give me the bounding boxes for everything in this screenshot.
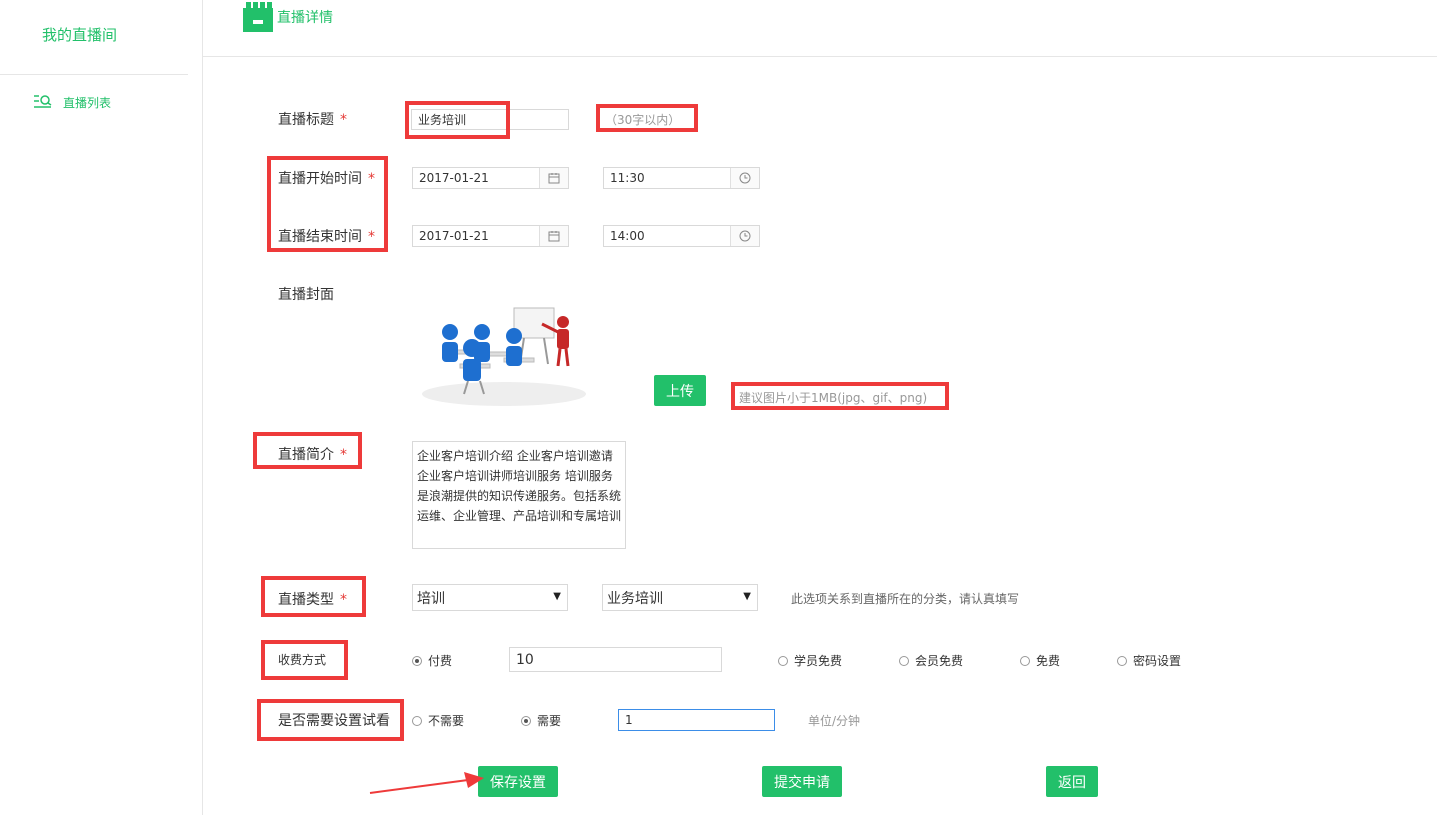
annotation-box bbox=[257, 699, 404, 741]
sidebar-divider bbox=[0, 74, 188, 75]
radio-icon bbox=[412, 715, 422, 726]
radio-icon bbox=[1117, 655, 1127, 666]
fee-option-free[interactable]: 免费 bbox=[1020, 652, 1060, 669]
annotation-box bbox=[405, 101, 510, 139]
radio-icon bbox=[1020, 655, 1030, 666]
page-title: 直播详情 bbox=[277, 10, 333, 26]
upload-button[interactable]: 上传 bbox=[654, 375, 706, 406]
clock-icon[interactable] bbox=[730, 168, 759, 188]
end-time-input[interactable]: 14:00 bbox=[603, 225, 760, 247]
required-mark: * bbox=[340, 112, 347, 128]
fee-option-password[interactable]: 密码设置 bbox=[1117, 652, 1181, 669]
type-hint: 此选项关系到直播所在的分类，请认真填写 bbox=[791, 592, 1020, 606]
intro-textarea[interactable]: 企业客户培训介绍 企业客户培训邀请 企业客户培训讲师培训服务 培训服务 是浪潮提… bbox=[412, 441, 626, 549]
radio-selected-icon bbox=[412, 655, 422, 666]
intro-line: 运维、企业管理、产品培训和专属培训 bbox=[417, 509, 622, 523]
cover-image bbox=[422, 307, 586, 406]
fee-amount-input[interactable]: 10 bbox=[509, 647, 722, 672]
fee-option-student-free[interactable]: 学员免费 bbox=[778, 652, 842, 669]
back-button[interactable]: 返回 bbox=[1046, 766, 1098, 797]
save-settings-button[interactable]: 保存设置 bbox=[478, 766, 558, 797]
radio-selected-icon bbox=[521, 715, 531, 726]
trial-unit: 单位/分钟 bbox=[808, 714, 861, 728]
title-label: 直播标题 * bbox=[278, 112, 347, 128]
intro-line: 是浪潮提供的知识传递服务。包括系统 bbox=[417, 489, 622, 503]
type-select[interactable]: 培训 ▼ bbox=[412, 584, 568, 611]
end-date-input[interactable]: 2017-01-21 bbox=[412, 225, 569, 247]
clock-icon[interactable] bbox=[730, 226, 759, 246]
store-icon bbox=[243, 2, 273, 32]
intro-line: 企业客户培训讲师培训服务 培训服务 bbox=[417, 469, 613, 483]
intro-line: 企业客户培训介绍 企业客户培训邀请 bbox=[417, 449, 613, 463]
annotation-box bbox=[267, 156, 388, 252]
fee-option-member-free[interactable]: 会员免费 bbox=[899, 652, 963, 669]
search-list-icon bbox=[34, 95, 52, 108]
cover-label: 直播封面 bbox=[278, 287, 334, 303]
radio-icon bbox=[899, 655, 909, 666]
start-date-input[interactable]: 2017-01-21 bbox=[412, 167, 569, 189]
sidebar-item-live-list[interactable]: 直播列表 bbox=[33, 92, 111, 112]
calendar-icon[interactable] bbox=[539, 226, 568, 246]
start-time-input[interactable]: 11:30 bbox=[603, 167, 760, 189]
annotation-box bbox=[731, 382, 949, 410]
radio-icon bbox=[778, 655, 788, 666]
subtype-select[interactable]: 业务培训 ▼ bbox=[602, 584, 758, 611]
trial-option-no[interactable]: 不需要 bbox=[412, 712, 464, 729]
trial-option-yes[interactable]: 需要 bbox=[521, 712, 561, 729]
dropdown-arrow-icon: ▼ bbox=[553, 591, 561, 602]
annotation-arrow-icon bbox=[369, 772, 484, 794]
sidebar-border bbox=[202, 0, 203, 815]
sidebar-item-label: 直播列表 bbox=[63, 95, 112, 110]
sidebar-title: 我的直播间 bbox=[42, 26, 118, 44]
calendar-icon[interactable] bbox=[539, 168, 568, 188]
dropdown-arrow-icon: ▼ bbox=[743, 591, 751, 602]
header-divider bbox=[203, 56, 1437, 57]
fee-option-paid[interactable]: 付费 bbox=[412, 652, 452, 669]
annotation-box bbox=[253, 432, 362, 469]
annotation-box bbox=[261, 640, 348, 680]
submit-application-button[interactable]: 提交申请 bbox=[762, 766, 842, 797]
trial-minutes-input[interactable]: 1 bbox=[618, 709, 775, 731]
annotation-box bbox=[261, 576, 366, 617]
annotation-box bbox=[596, 104, 698, 132]
